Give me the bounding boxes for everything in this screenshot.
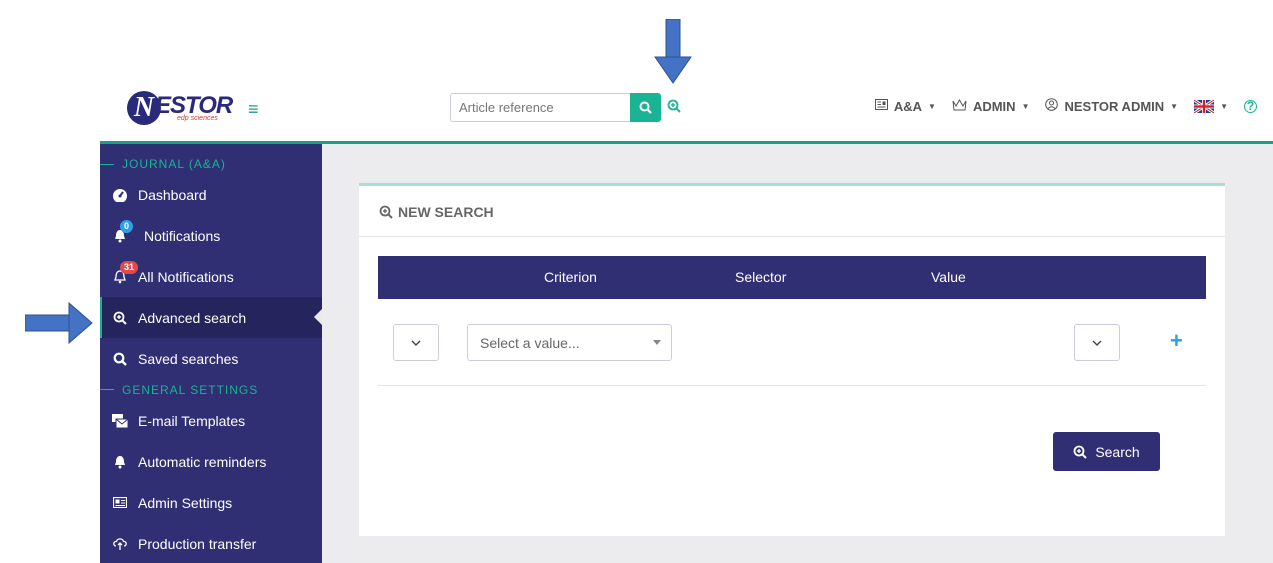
divider — [359, 236, 1225, 237]
sidebar-item-saved-searches[interactable]: Saved searches — [100, 338, 322, 379]
section-divider — [100, 163, 114, 165]
sidebar-item-label: All Notifications — [138, 268, 234, 285]
role-dropdown-label: ADMIN — [972, 98, 1016, 114]
user-dropdown[interactable]: NESTOR ADMIN ▼ — [1045, 98, 1178, 114]
notifications-count-badge: 0 — [120, 220, 134, 234]
section-divider — [100, 389, 114, 391]
card-title-text: NEW SEARCH — [398, 204, 494, 220]
chevron-down-icon — [1092, 340, 1102, 346]
column-header-criterion: Criterion — [544, 269, 597, 285]
sidebar-item-label: Notifications — [144, 228, 221, 245]
top-header: N ESTOR edp sciences ≡ Article reference… — [100, 86, 1273, 144]
search-button-label: Search — [1095, 443, 1140, 460]
sidebar-item-label: Production transfer — [138, 535, 257, 552]
advanced-search-icon[interactable] — [666, 99, 682, 115]
quick-search-button[interactable] — [630, 93, 661, 122]
active-indicator — [314, 309, 322, 326]
sidebar-item-label: Admin Settings — [138, 494, 233, 511]
criterion-select[interactable]: Select a value... — [467, 324, 672, 361]
sidebar-item-notifications[interactable]: 0 Notifications — [100, 216, 322, 257]
criterion-select-placeholder: Select a value... — [480, 334, 580, 351]
id-card-icon — [112, 497, 128, 509]
sidebar-item-label: Saved searches — [138, 350, 239, 367]
search-icon — [112, 352, 128, 366]
caret-down-icon — [653, 340, 661, 345]
user-dropdown-label: NESTOR ADMIN — [1064, 98, 1165, 114]
sidebar-item-admin-settings[interactable]: Admin Settings — [100, 483, 322, 524]
section-general-label: GENERAL SETTINGS — [122, 382, 259, 397]
row-option-select[interactable] — [1074, 324, 1120, 361]
sidebar: JOURNAL (A&A) Dashboard 0 Notifications … — [100, 144, 322, 563]
sidebar-item-label: Advanced search — [138, 309, 247, 326]
header-nav: A&A ▼ ADMIN ▼ NESTOR ADMIN ▼ ▼ ? — [859, 98, 1257, 114]
role-dropdown[interactable]: ADMIN ▼ — [952, 98, 1030, 114]
column-header-selector: Selector — [735, 269, 787, 285]
advanced-search-icon — [1073, 445, 1088, 459]
sidebar-section-journal: JOURNAL (A&A) — [100, 153, 322, 175]
bell-outline-icon: 31 — [112, 260, 139, 284]
bell-icon — [112, 455, 128, 469]
journal-dropdown[interactable]: A&A ▼ — [874, 98, 936, 114]
sidebar-item-all-notifications[interactable]: 31 All Notifications — [100, 257, 322, 298]
article-reference-input[interactable] — [450, 93, 630, 122]
chevron-down-icon: ▼ — [1170, 101, 1179, 111]
chevron-down-icon: ▼ — [1021, 101, 1030, 111]
page: N ESTOR edp sciences ≡ Article reference… — [0, 0, 1273, 563]
nestor-logo[interactable]: N ESTOR edp sciences — [127, 89, 233, 127]
criteria-table-header: Criterion Selector Value — [378, 256, 1206, 299]
annotation-arrow-right — [25, 302, 93, 344]
sidebar-item-label: Automatic reminders — [138, 454, 267, 471]
sidebar-item-email-templates[interactable]: E-mail Templates — [100, 401, 322, 442]
operator-select[interactable] — [393, 324, 439, 361]
hamburger-menu-icon[interactable]: ≡ — [248, 100, 259, 118]
sidebar-item-advanced-search[interactable]: Advanced search — [100, 297, 322, 339]
help-icon[interactable]: ? — [1244, 99, 1257, 113]
all-notifications-count-badge: 31 — [120, 260, 139, 274]
column-header-value: Value — [931, 269, 966, 285]
card-title: NEW SEARCH — [379, 204, 494, 220]
search-icon — [639, 101, 652, 114]
user-circle-icon — [1045, 98, 1059, 114]
dashboard-gauge-icon — [112, 188, 128, 203]
sidebar-item-label: E-mail Templates — [138, 413, 246, 430]
sidebar-section-general: GENERAL SETTINGS — [100, 379, 322, 401]
advanced-search-icon — [112, 311, 128, 325]
advanced-search-icon — [379, 205, 393, 219]
sidebar-item-production-transfer[interactable]: Production transfer — [100, 523, 322, 563]
sidebar-item-automatic-reminders[interactable]: Automatic reminders — [100, 442, 322, 483]
sidebar-item-label: Dashboard — [138, 187, 207, 204]
crown-icon — [952, 98, 967, 114]
bell-icon: 0 — [112, 220, 134, 243]
language-dropdown[interactable]: ▼ — [1194, 99, 1228, 113]
journal-card-icon — [874, 99, 888, 113]
uk-flag-icon — [1194, 99, 1215, 113]
sidebar-item-dashboard[interactable]: Dashboard — [100, 175, 322, 216]
chevron-down-icon: ▼ — [1220, 101, 1228, 111]
divider — [378, 385, 1206, 386]
annotation-arrow-down — [654, 19, 692, 84]
main-content: NEW SEARCH Criterion Selector Value Sele… — [322, 144, 1273, 563]
chevron-down-icon — [411, 340, 421, 346]
chevron-down-icon: ▼ — [928, 101, 936, 111]
mail-bulk-icon — [112, 414, 128, 429]
logo-subtitle: edp sciences — [177, 115, 218, 122]
section-journal-label: JOURNAL (A&A) — [122, 157, 226, 171]
add-criterion-button[interactable]: + — [1170, 328, 1183, 354]
journal-dropdown-label: A&A — [893, 98, 923, 114]
new-search-card: NEW SEARCH Criterion Selector Value Sele… — [359, 183, 1225, 536]
search-button[interactable]: Search — [1053, 432, 1160, 471]
cloud-upload-icon — [112, 537, 128, 551]
